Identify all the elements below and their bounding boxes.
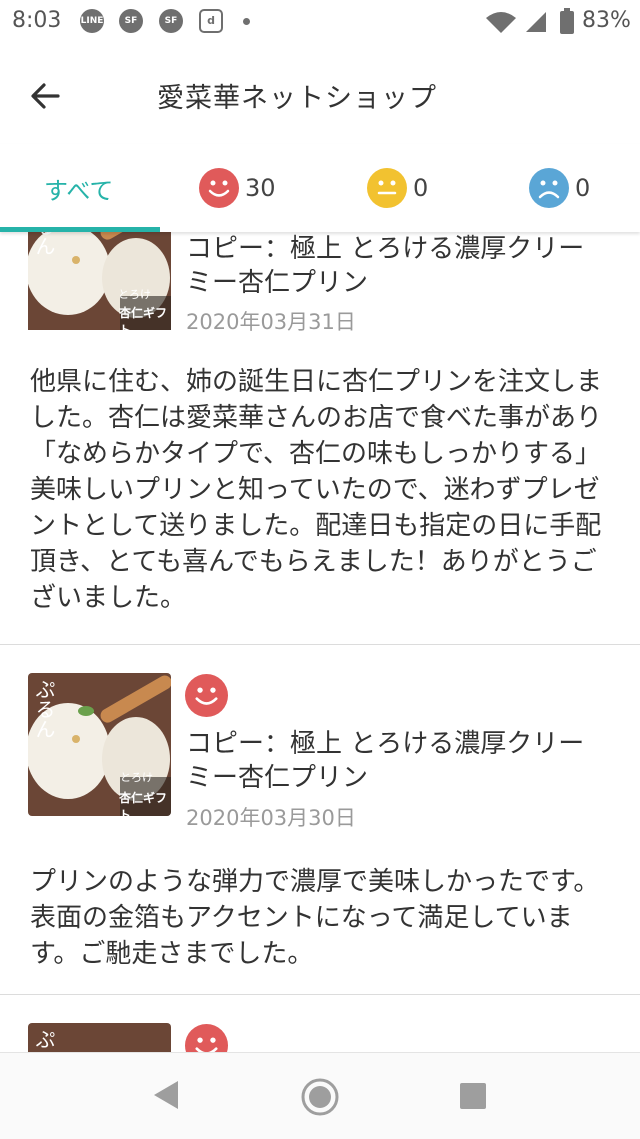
tab-indicator (0, 227, 160, 232)
smile-face-icon (199, 168, 239, 208)
tab-positive[interactable]: 30 (199, 144, 276, 232)
line-icon: LINE (80, 9, 104, 33)
thumb-caption: 杏仁ギフト (119, 791, 168, 816)
battery-icon (560, 8, 574, 34)
rating-tabs: すべて 30 0 0 (0, 144, 640, 232)
battery-percent: 83% (582, 8, 631, 33)
home-circle-icon[interactable] (300, 1077, 340, 1117)
product-title: コピー：極上 とろける濃厚クリーミー杏仁プリン (186, 234, 585, 298)
product-thumbnail: とろけ 杏仁ギフト ぷるん (28, 673, 171, 816)
review-list[interactable]: とろけ 杏仁ギフト るん コピー：極上 とろける濃厚クリーミー杏仁プリン 202… (0, 232, 640, 1052)
recents-square-icon[interactable] (459, 1082, 487, 1110)
back-triangle-icon[interactable] (152, 1077, 180, 1113)
tab-neutral-count: 0 (413, 174, 429, 202)
smile-face-icon (185, 1024, 228, 1052)
thumb-side-text: ぷるん (32, 679, 56, 739)
review-date: 2020年03月30日 (186, 806, 356, 830)
neutral-face-icon (367, 168, 407, 208)
product-thumbnail: ぷ (28, 1023, 171, 1052)
smile-face-icon (185, 674, 228, 717)
page-title: 愛菜華ネットショップ (157, 83, 437, 114)
thumb-caption: とろけ (118, 288, 151, 301)
divider (0, 994, 640, 995)
sf-icon: SF (159, 9, 183, 33)
tab-negative[interactable]: 0 (529, 144, 590, 232)
back-arrow-icon[interactable] (28, 78, 64, 114)
product-title: コピー：極上 とろける濃厚クリーミー杏仁プリン (186, 729, 585, 793)
sf-icon: SF (119, 9, 143, 33)
status-bar: 8:03 LINE SF SF d 83% (0, 0, 640, 44)
divider (0, 644, 640, 645)
system-nav-bar (0, 1052, 640, 1139)
sad-face-icon (529, 168, 569, 208)
d-icon: d (199, 9, 223, 33)
review-date: 2020年03月31日 (186, 310, 356, 334)
product-thumbnail: とろけ 杏仁ギフト るん (28, 232, 171, 363)
app-bar: 愛菜華ネットショップ (0, 44, 640, 144)
signal-icon (526, 12, 546, 32)
tab-negative-count: 0 (575, 174, 591, 202)
status-time: 8:03 (12, 8, 62, 33)
thumb-caption: 杏仁ギフト (119, 306, 168, 337)
review-text: プリンのような弾力で濃厚で美味しかったです。表面の金箔もアクセントになって満足し… (30, 867, 600, 969)
tab-neutral[interactable]: 0 (367, 144, 428, 232)
wifi-icon (486, 12, 516, 33)
notification-dot-icon (243, 18, 250, 25)
thumb-side-text: ぷ (32, 1029, 56, 1049)
thumb-side-text: るん (32, 232, 56, 256)
tab-all[interactable]: すべて (44, 144, 113, 232)
tab-positive-count: 30 (245, 174, 276, 202)
review-text: 他県に住む、姉の誕生日に杏仁プリンを注文しました。杏仁は愛菜華さんのお店で食べた… (30, 367, 603, 613)
thumb-caption: とろけ (120, 771, 153, 784)
tab-all-label: すべて (44, 176, 114, 205)
